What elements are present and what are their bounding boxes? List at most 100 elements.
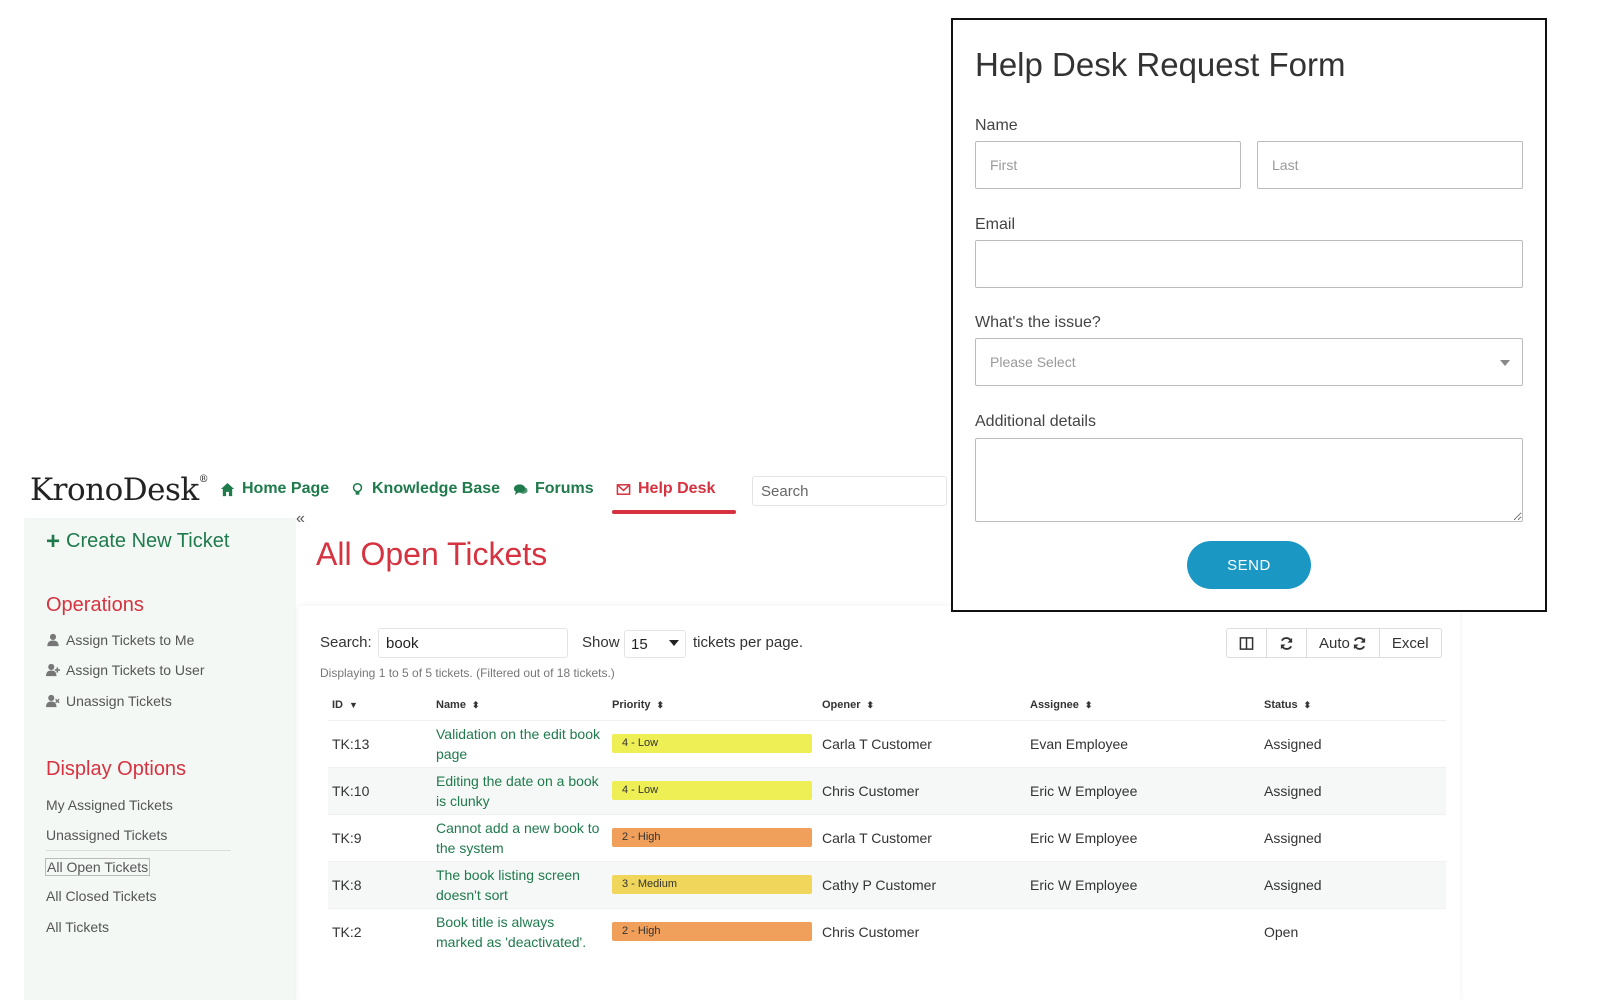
filter-search-input[interactable] — [378, 628, 568, 658]
home-icon — [220, 482, 235, 496]
assign-to-me-label: Assign Tickets to Me — [66, 632, 195, 648]
ticket-id: TK:8 — [332, 876, 362, 893]
global-search-input[interactable] — [752, 476, 947, 506]
nav-home-label: Home Page — [242, 480, 330, 497]
email-field[interactable] — [975, 240, 1523, 288]
column-header-priority[interactable]: Priority ⬍ — [608, 690, 818, 720]
display-options-title: Display Options — [46, 758, 187, 780]
column-header-label: Name — [436, 698, 466, 711]
first-name-field[interactable] — [975, 141, 1241, 189]
ticket-name-link[interactable]: The book listing screen doesn't sort — [436, 865, 604, 905]
ticket-name-link[interactable]: Book title is always marked as 'deactiva… — [436, 912, 604, 952]
email-label: Email — [975, 216, 1016, 233]
all-closed-tickets-link[interactable]: All Closed Tickets — [46, 888, 156, 904]
table-row: TK:2 Book title is always marked as 'dea… — [328, 908, 1446, 955]
columns-button[interactable] — [1227, 629, 1267, 657]
user-times-icon — [46, 694, 60, 708]
table-row: TK:10 Editing the date on a book is clun… — [328, 767, 1446, 814]
sort-icon: ⬍ — [866, 699, 875, 710]
column-header-label: Priority — [612, 698, 651, 711]
nav-knowledge-base[interactable]: Knowledge Base — [350, 480, 500, 498]
priority-badge: 3 - Medium — [612, 875, 812, 894]
excel-export-button[interactable]: Excel — [1380, 629, 1441, 657]
ticket-opener: Chris Customer — [822, 923, 920, 940]
my-assigned-tickets-link[interactable]: My Assigned Tickets — [46, 797, 173, 813]
priority-badge: 4 - Low — [612, 734, 812, 753]
all-tickets-link[interactable]: All Tickets — [46, 919, 109, 935]
nav-help-desk-label: Help Desk — [638, 480, 716, 497]
user-icon — [47, 633, 59, 647]
user-plus-icon — [46, 663, 60, 677]
send-button[interactable]: SEND — [1187, 541, 1311, 589]
priority-badge: 2 - High — [612, 828, 812, 847]
plus-icon: + — [46, 527, 61, 555]
all-open-tickets-link[interactable]: All Open Tickets — [45, 858, 151, 876]
last-name-field[interactable] — [1257, 141, 1523, 189]
active-tab-indicator — [612, 510, 736, 514]
unassign-tickets-link[interactable]: Unassign Tickets — [46, 693, 172, 709]
ticket-name-link[interactable]: Cannot add a new book to the system — [436, 818, 604, 858]
details-label: Additional details — [975, 413, 1096, 430]
tickets-panel: Search: Show 15 tickets per page. Auto E… — [298, 606, 1460, 1000]
table-toolbar: Auto Excel — [1226, 628, 1442, 658]
additional-details-textarea[interactable] — [975, 438, 1523, 522]
collapse-sidebar-icon[interactable]: « — [296, 510, 305, 528]
per-page-label: tickets per page. — [693, 634, 804, 651]
ticket-opener: Carla T Customer — [822, 735, 932, 752]
column-header-assignee[interactable]: Assignee ⬍ — [1026, 690, 1260, 720]
logo[interactable]: KronoDesk® — [30, 472, 209, 508]
ticket-assignee: Evan Employee — [1030, 735, 1129, 752]
create-ticket-button[interactable]: + Create New Ticket — [46, 527, 229, 555]
auto-refresh-button[interactable]: Auto — [1307, 629, 1380, 657]
table-row: TK:9 Cannot add a new book to the system… — [328, 814, 1446, 861]
caret-down-icon — [669, 640, 679, 646]
logo-text: KronoDesk — [30, 472, 199, 508]
comments-icon — [513, 483, 528, 495]
app-root: KronoDesk® Home Page Knowledge Base Foru… — [0, 0, 1600, 1000]
table-row: TK:8 The book listing screen doesn't sor… — [328, 861, 1446, 908]
refresh-icon — [1353, 636, 1365, 650]
ticket-status: Assigned — [1264, 735, 1322, 752]
ticket-id: TK:13 — [332, 735, 370, 752]
column-header-name[interactable]: Name ⬍ — [432, 690, 608, 720]
ticket-assignee: Eric W Employee — [1030, 829, 1138, 846]
page-title: All Open Tickets — [316, 536, 548, 572]
operations-title: Operations — [46, 594, 144, 616]
unassigned-tickets-link[interactable]: Unassigned Tickets — [46, 827, 167, 843]
ticket-status: Open — [1264, 923, 1299, 940]
ticket-name-link[interactable]: Editing the date on a book is clunky — [436, 771, 604, 811]
ticket-assignee: Eric W Employee — [1030, 782, 1138, 799]
ticket-assignee — [1026, 908, 1260, 955]
nav-knowledge-base-label: Knowledge Base — [372, 480, 501, 497]
assign-to-me-link[interactable]: Assign Tickets to Me — [46, 632, 194, 648]
column-header-status[interactable]: Status ⬍ — [1260, 690, 1446, 720]
ticket-status: Assigned — [1264, 876, 1322, 893]
ticket-id: TK:9 — [332, 829, 362, 846]
column-header-label: Status — [1264, 698, 1298, 711]
issue-select[interactable]: Please Select — [975, 338, 1523, 386]
nav-home[interactable]: Home Page — [220, 480, 329, 498]
sort-icon: ⬍ — [656, 699, 665, 710]
name-label: Name — [975, 117, 1018, 134]
assign-to-user-link[interactable]: Assign Tickets to User — [46, 662, 205, 678]
refresh-button[interactable] — [1267, 629, 1307, 657]
page-size-value: 15 — [631, 636, 648, 653]
filter-search-label: Search: — [320, 634, 372, 651]
table-row: TK:13 Validation on the edit book page 4… — [328, 720, 1446, 767]
nav-forums[interactable]: Forums — [513, 480, 594, 498]
column-header-label: Assignee — [1030, 698, 1079, 711]
priority-badge: 4 - Low — [612, 781, 812, 800]
issue-select-value: Please Select — [990, 354, 1076, 370]
page-size-select[interactable]: 15 — [624, 630, 686, 658]
assign-to-user-label: Assign Tickets to User — [66, 662, 205, 678]
ticket-name-link[interactable]: Validation on the edit book page — [436, 724, 604, 764]
issue-label: What's the issue? — [975, 314, 1101, 331]
nav-help-desk[interactable]: Help Desk — [616, 480, 715, 498]
sort-desc-icon: ▼ — [349, 699, 358, 710]
ticket-status: Assigned — [1264, 782, 1322, 799]
help-desk-request-form: Help Desk Request Form Name Email What's… — [951, 18, 1547, 612]
table-header-row: ID ▼ Name ⬍ Priority ⬍ Opener ⬍ Assignee ⬍ St… — [328, 690, 1446, 720]
column-header-id[interactable]: ID ▼ — [328, 690, 432, 720]
column-header-opener[interactable]: Opener ⬍ — [818, 690, 1026, 720]
refresh-icon — [1280, 636, 1293, 650]
